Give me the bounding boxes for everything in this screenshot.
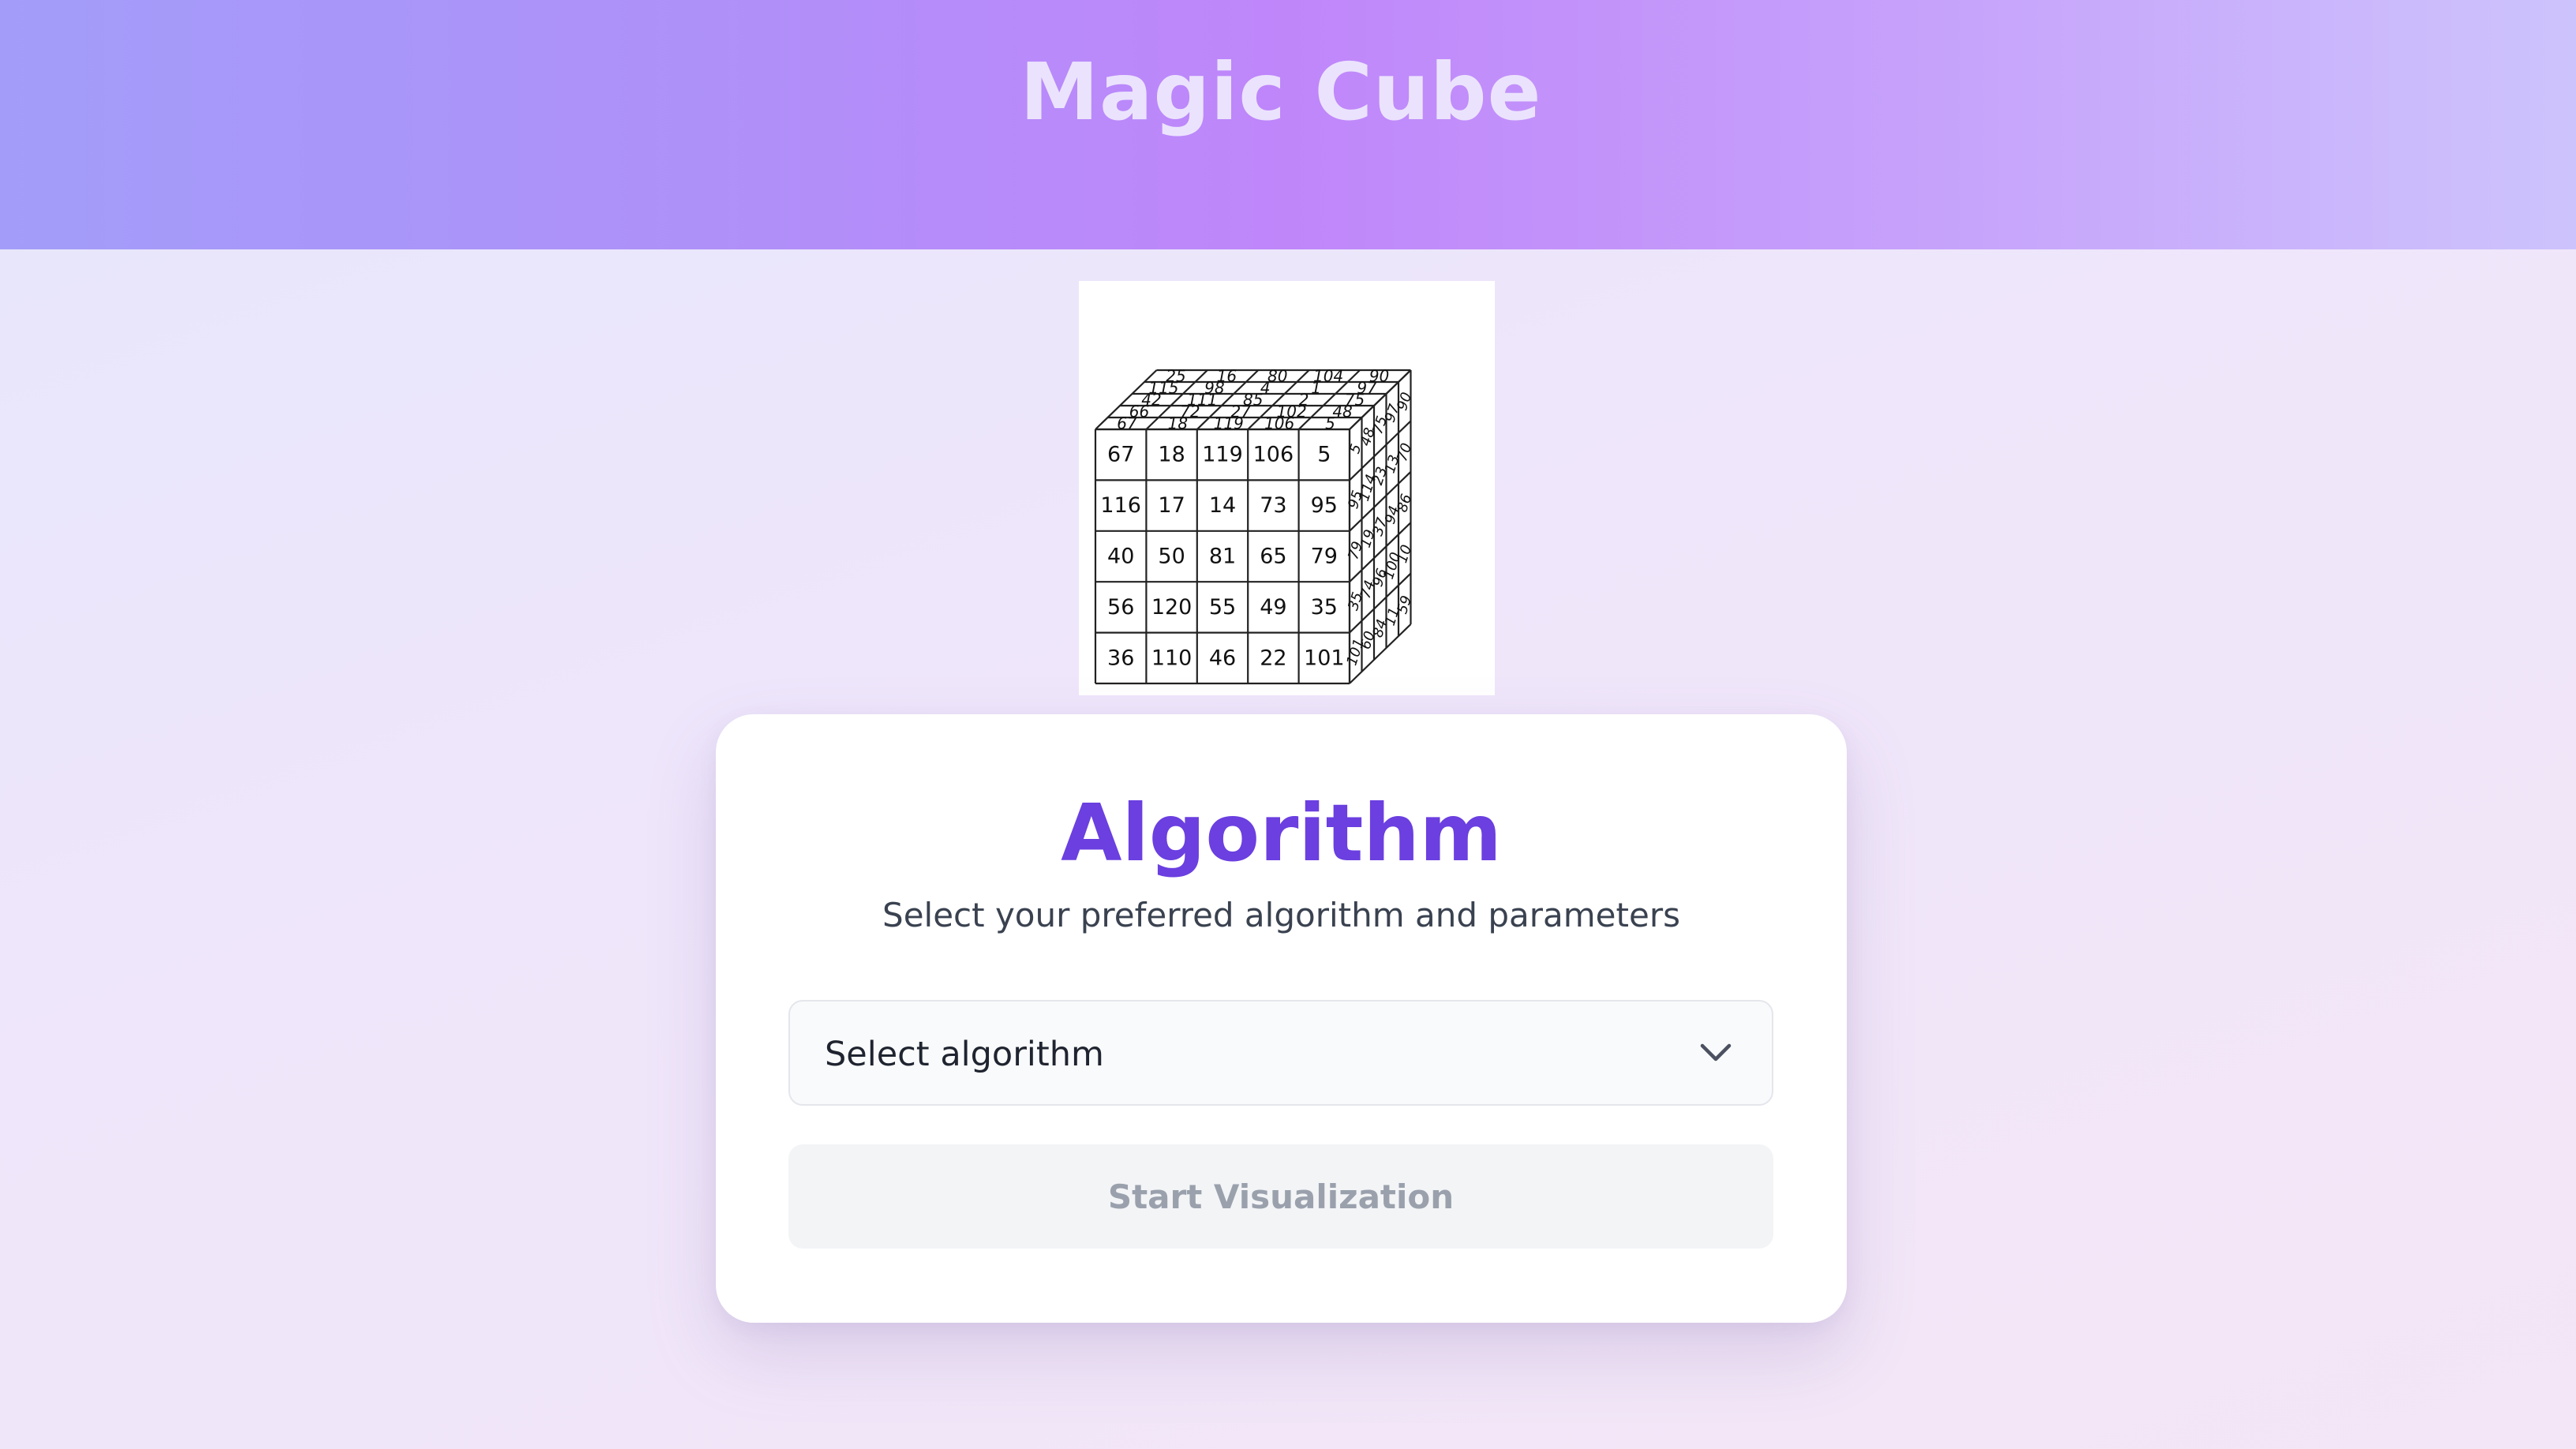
cube-side-number: 59 [1394,593,1415,616]
cube-front-number: 5 [1317,443,1331,467]
cube-front-number: 17 [1158,493,1185,518]
cube-front-number: 18 [1158,443,1185,467]
cube-front-number: 106 [1253,443,1294,467]
cube-front-number: 95 [1311,493,1338,518]
start-visualization-button[interactable]: Start Visualization [788,1144,1773,1249]
cube-front-number: 81 [1209,545,1236,569]
cube-front-number: 36 [1107,646,1134,670]
cube-front-number: 120 [1151,595,1193,620]
algorithm-select[interactable]: Select algorithm [788,1000,1773,1106]
card-title: Algorithm [1061,787,1502,879]
cube-front-number: 119 [1202,443,1243,467]
cube-front-number: 46 [1209,646,1236,670]
cube-side-number: 86 [1394,492,1415,514]
cube-front-number: 14 [1209,493,1236,518]
cube-top-number: 67 [1117,414,1137,433]
card-subtitle: Select your preferred algorithm and para… [882,896,1680,934]
cube-top-number: 1 [1311,379,1321,398]
cube-front-number: 22 [1260,646,1286,670]
algorithm-card: Algorithm Select your preferred algorith… [716,714,1847,1323]
chevron-down-icon [1700,1043,1732,1061]
algorithm-select-value: Select algorithm [825,1035,1104,1074]
cube-front-number: 35 [1311,595,1338,620]
cube-front-number: 55 [1209,595,1236,620]
cube-front-number: 65 [1260,545,1286,569]
app-title: Magic Cube [1020,46,1542,138]
cube-front-number: 116 [1100,493,1141,518]
cube-front-number: 56 [1107,595,1134,620]
cube-front-number: 110 [1151,646,1193,670]
cube-top-number: 18 [1168,414,1188,433]
cube-top-number: 48 [1332,402,1352,421]
cube-front-number: 101 [1304,646,1345,670]
cube-top-number: 119 [1214,414,1244,433]
cube-front-number: 40 [1107,545,1134,569]
cube-front-number: 73 [1260,493,1286,518]
cube-side-number: 90 [1394,391,1415,413]
cube-front-number: 49 [1260,595,1286,620]
cube-side-number: 70 [1394,441,1415,463]
cube-top-number: 106 [1264,414,1294,433]
cube-top-number: 5 [1325,414,1335,433]
cube-front-number: 50 [1158,545,1185,569]
cube-side-number: 10 [1394,543,1415,565]
magic-cube-image: 67 18 119 106 5 116 17 14 73 95 40 50 81 65 79 56 120 55 4… [1079,281,1495,695]
cube-front-number: 67 [1107,443,1134,467]
app-header: Magic Cube [0,0,2576,249]
cube-front-number: 79 [1311,545,1338,569]
cube-top-number: 80 [1267,367,1287,386]
